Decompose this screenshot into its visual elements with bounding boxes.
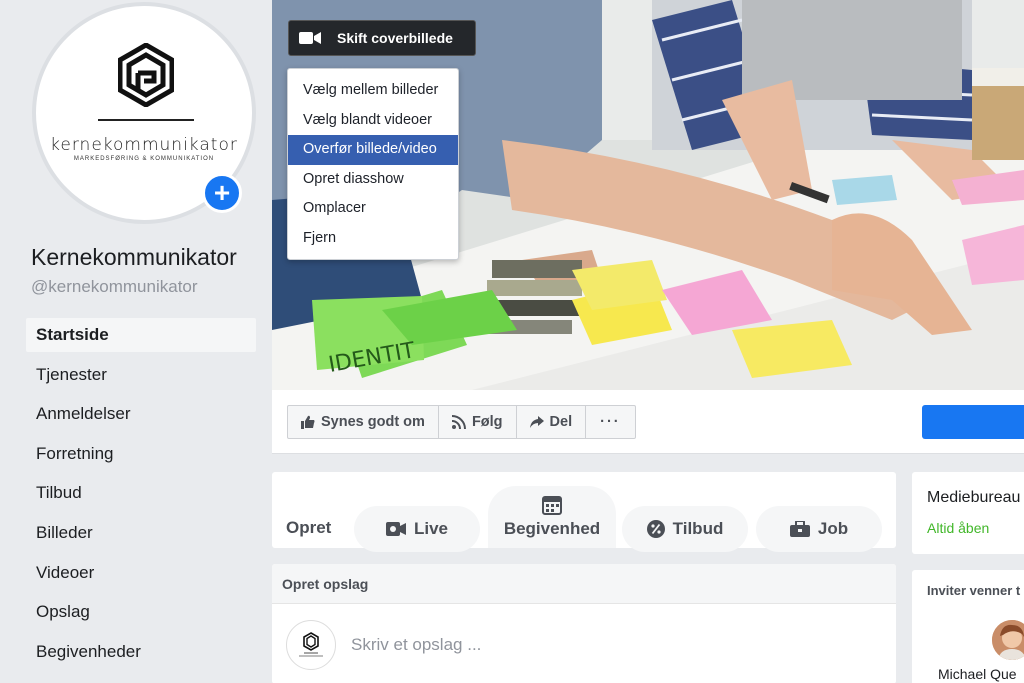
create-label: Opret bbox=[286, 518, 332, 537]
job-label: Job bbox=[817, 519, 849, 538]
job-button[interactable]: Job bbox=[756, 506, 882, 552]
plus-icon: + bbox=[213, 177, 231, 208]
nav-item-billeder[interactable]: Billeder bbox=[26, 516, 256, 556]
invite-friends-card: Inviter venner t Michael Que bbox=[912, 570, 1024, 683]
create-card: Opret Live Begivenhed Tilbud Job bbox=[272, 472, 896, 552]
briefcase-icon bbox=[789, 521, 810, 537]
logo-wordmark: kernekommunikator bbox=[50, 135, 238, 155]
event-button[interactable]: Begivenhed bbox=[488, 486, 616, 548]
change-cover-button[interactable]: Skift coverbillede bbox=[288, 20, 476, 56]
nav-item-videoer[interactable]: Videoer bbox=[26, 556, 256, 596]
offer-button[interactable]: Tilbud bbox=[622, 506, 748, 552]
composer-avatar bbox=[286, 620, 336, 670]
left-column: kernekommunikator MARKEDSFØRING & KOMMUN… bbox=[0, 0, 272, 683]
video-camera-icon bbox=[299, 32, 321, 44]
menu-item-choose-videos[interactable]: Vælg blandt videoer bbox=[288, 106, 458, 136]
live-video-icon bbox=[385, 522, 406, 536]
logo-divider bbox=[98, 119, 194, 121]
live-label: Live bbox=[413, 519, 449, 538]
calendar-icon bbox=[542, 496, 562, 515]
follow-button[interactable]: Følg bbox=[439, 406, 517, 438]
logo-icon bbox=[299, 632, 323, 657]
person-photo bbox=[992, 620, 1024, 660]
thumbs-up-icon bbox=[301, 415, 315, 429]
page-nav: Startside Tjenester Anmeldelser Forretni… bbox=[26, 318, 256, 674]
friend-avatar[interactable] bbox=[992, 620, 1024, 660]
share-button[interactable]: Del bbox=[517, 406, 587, 438]
offer-label: Tilbud bbox=[672, 519, 724, 538]
nav-item-begivenheder[interactable]: Begivenheder bbox=[26, 635, 256, 675]
post-input[interactable]: Skriv et opslag ... bbox=[351, 635, 481, 655]
change-cover-label: Skift coverbillede bbox=[337, 30, 453, 46]
about-card: Mediebureau Altid åben bbox=[912, 472, 1024, 554]
page-action-bar: Synes godt om Følg Del ··· bbox=[272, 390, 1024, 454]
nav-item-opslag[interactable]: Opslag bbox=[26, 595, 256, 635]
live-button[interactable]: Live bbox=[354, 506, 480, 552]
open-status: Altid åben bbox=[927, 520, 990, 536]
page-name: Kernekommunikator bbox=[31, 244, 237, 270]
menu-item-create-slideshow[interactable]: Opret diasshow bbox=[288, 165, 458, 195]
page-handle[interactable]: @kernekommunikator bbox=[31, 277, 198, 297]
like-label: Synes godt om bbox=[321, 414, 425, 430]
add-photo-button[interactable]: + bbox=[202, 173, 242, 213]
menu-item-upload-photo-video[interactable]: Overfør billede/video bbox=[288, 135, 458, 165]
cover-options-menu: Vælg mellem billeder Vælg blandt videoer… bbox=[287, 68, 459, 260]
nav-item-anmeldelser[interactable]: Anmeldelser bbox=[26, 397, 256, 437]
offer-tag-icon bbox=[646, 520, 665, 538]
page-category: Mediebureau bbox=[927, 489, 1021, 506]
nav-item-startside[interactable]: Startside bbox=[26, 318, 256, 352]
logo-tagline: MARKEDSFØRING & KOMMUNIKATION bbox=[73, 156, 215, 162]
action-button-group: Synes godt om Følg Del ··· bbox=[287, 405, 636, 439]
composer-header: Opret opslag bbox=[272, 564, 896, 604]
nav-item-tjenester[interactable]: Tjenester bbox=[26, 358, 256, 398]
primary-action-button[interactable] bbox=[922, 405, 1024, 439]
menu-item-reposition[interactable]: Omplacer bbox=[288, 194, 458, 224]
menu-item-choose-photos[interactable]: Vælg mellem billeder bbox=[288, 76, 458, 106]
share-label: Del bbox=[549, 414, 573, 430]
invite-title: Inviter venner t bbox=[927, 583, 1021, 598]
menu-item-remove[interactable]: Fjern bbox=[288, 224, 458, 254]
event-label: Begivenhed bbox=[503, 519, 601, 538]
rss-icon bbox=[451, 415, 466, 429]
nav-item-tilbud[interactable]: Tilbud bbox=[26, 476, 256, 516]
nav-item-forretning[interactable]: Forretning bbox=[26, 437, 256, 477]
share-arrow-icon bbox=[529, 416, 544, 428]
friend-name[interactable]: Michael Que bbox=[938, 666, 1017, 682]
more-options-button[interactable]: ··· bbox=[586, 406, 635, 438]
like-button[interactable]: Synes godt om bbox=[288, 406, 439, 438]
logo-icon bbox=[118, 43, 174, 107]
post-composer: Opret opslag Skriv et opslag ... bbox=[272, 564, 896, 683]
follow-label: Følg bbox=[471, 414, 503, 430]
